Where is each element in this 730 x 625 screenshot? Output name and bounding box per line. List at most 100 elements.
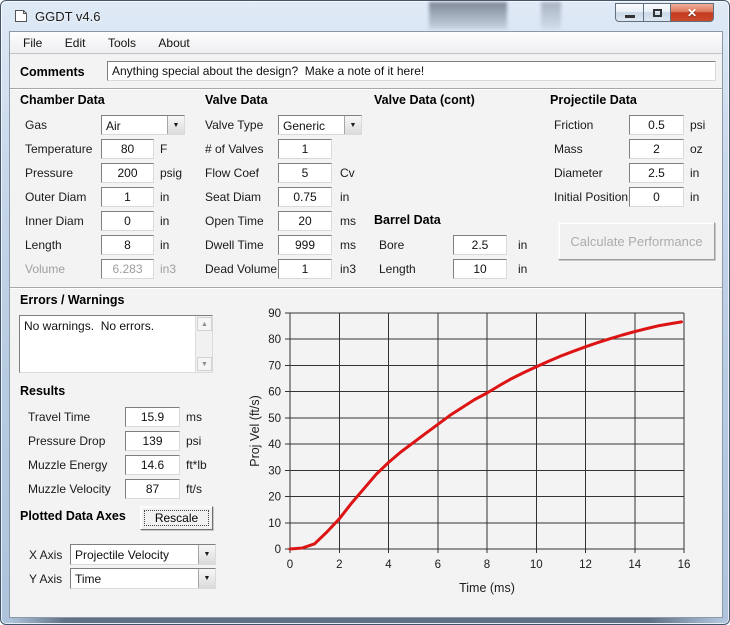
seat-diam-label: Seat Diam bbox=[205, 190, 261, 204]
menu-bar: File Edit Tools About bbox=[10, 32, 722, 54]
barrel-data-header: Barrel Data bbox=[374, 213, 441, 227]
glass-reflection bbox=[541, 2, 561, 29]
mass-input[interactable] bbox=[629, 139, 684, 159]
muzzle-velocity-unit: ft/s bbox=[186, 482, 202, 496]
svg-text:0: 0 bbox=[275, 544, 281, 556]
temperature-input[interactable] bbox=[101, 139, 154, 159]
comments-input[interactable] bbox=[107, 61, 716, 81]
svg-text:60: 60 bbox=[268, 387, 281, 399]
projectile-data-header: Projectile Data bbox=[550, 93, 637, 107]
pressure-input[interactable] bbox=[101, 163, 154, 183]
valve-type-label: Valve Type bbox=[205, 118, 263, 132]
errors-warnings-text: No warnings. No errors. bbox=[24, 319, 192, 333]
gas-value: Air bbox=[102, 116, 167, 134]
dead-volume-label: Dead Volume bbox=[205, 262, 277, 276]
svg-text:70: 70 bbox=[268, 360, 281, 372]
inner-diam-label: Inner Diam bbox=[25, 214, 84, 228]
friction-label: Friction bbox=[554, 118, 593, 132]
svg-text:90: 90 bbox=[268, 308, 281, 320]
barrel-length-input[interactable] bbox=[453, 259, 507, 279]
rescale-button[interactable]: Rescale bbox=[140, 506, 213, 530]
diameter-label: Diameter bbox=[554, 166, 603, 180]
pressure-label: Pressure bbox=[25, 166, 73, 180]
svg-text:2: 2 bbox=[336, 559, 342, 571]
comments-label: Comments bbox=[20, 65, 85, 79]
barrel-length-unit: in bbox=[518, 262, 527, 276]
barrel-length-label: Length bbox=[379, 262, 416, 276]
menu-file[interactable]: File bbox=[14, 32, 51, 53]
close-icon: ✕ bbox=[687, 7, 697, 19]
muzzle-energy-unit: ft*lb bbox=[186, 458, 207, 472]
scroll-down-icon[interactable]: ▼ bbox=[197, 357, 212, 371]
frame-bottom-shade bbox=[9, 618, 721, 623]
travel-time-unit: ms bbox=[186, 410, 202, 424]
chamber-length-unit: in bbox=[160, 238, 169, 252]
window-title: GGDT v4.6 bbox=[35, 9, 101, 24]
separator bbox=[10, 88, 722, 90]
errors-scrollbar[interactable]: ▲ ▼ bbox=[195, 316, 212, 372]
valve-type-combo[interactable]: Generic ▼ bbox=[278, 115, 362, 135]
volume-input bbox=[101, 259, 154, 279]
volume-label: Volume bbox=[25, 262, 65, 276]
bore-input[interactable] bbox=[453, 235, 507, 255]
chevron-down-icon[interactable]: ▼ bbox=[198, 545, 215, 564]
friction-input[interactable] bbox=[629, 115, 684, 135]
svg-text:6: 6 bbox=[435, 559, 441, 571]
dwell-time-unit: ms bbox=[340, 238, 356, 252]
y-axis-value: Time bbox=[71, 569, 198, 588]
svg-text:0: 0 bbox=[287, 559, 293, 571]
chamber-length-input[interactable] bbox=[101, 235, 154, 255]
seat-diam-input[interactable] bbox=[278, 187, 332, 207]
dead-volume-input[interactable] bbox=[278, 259, 332, 279]
maximize-button[interactable] bbox=[644, 3, 671, 22]
seat-diam-unit: in bbox=[340, 190, 349, 204]
travel-time-value bbox=[125, 407, 180, 427]
svg-text:80: 80 bbox=[268, 334, 281, 346]
menu-edit[interactable]: Edit bbox=[56, 32, 95, 53]
chevron-down-icon[interactable]: ▼ bbox=[198, 569, 215, 588]
errors-warnings-header: Errors / Warnings bbox=[20, 293, 124, 307]
menu-tools[interactable]: Tools bbox=[99, 32, 145, 53]
diameter-input[interactable] bbox=[629, 163, 684, 183]
svg-text:8: 8 bbox=[484, 559, 490, 571]
mass-unit: oz bbox=[690, 142, 703, 156]
valve-data-header: Valve Data bbox=[205, 93, 268, 107]
flow-coef-input[interactable] bbox=[278, 163, 332, 183]
scroll-up-icon[interactable]: ▲ bbox=[197, 317, 212, 331]
flow-coef-unit: Cv bbox=[340, 166, 355, 180]
x-axis-combo[interactable]: Projectile Velocity ▼ bbox=[70, 544, 216, 565]
close-button[interactable]: ✕ bbox=[671, 3, 714, 22]
open-time-label: Open Time bbox=[205, 214, 264, 228]
inner-diam-unit: in bbox=[160, 214, 169, 228]
calculate-performance-button[interactable]: Calculate Performance bbox=[558, 222, 715, 260]
open-time-input[interactable] bbox=[278, 211, 332, 231]
chevron-down-icon[interactable]: ▼ bbox=[167, 116, 184, 134]
num-valves-input[interactable] bbox=[278, 139, 332, 159]
muzzle-velocity-label: Muzzle Velocity bbox=[28, 482, 111, 496]
gas-combo[interactable]: Air ▼ bbox=[101, 115, 185, 135]
temperature-unit: F bbox=[160, 142, 167, 156]
inner-diam-input[interactable] bbox=[101, 211, 154, 231]
diameter-unit: in bbox=[690, 166, 699, 180]
initial-position-unit: in bbox=[690, 190, 699, 204]
initial-position-input[interactable] bbox=[629, 187, 684, 207]
minimize-button[interactable] bbox=[615, 3, 644, 22]
dwell-time-input[interactable] bbox=[278, 235, 332, 255]
maximize-icon bbox=[653, 9, 662, 17]
outer-diam-input[interactable] bbox=[101, 187, 154, 207]
y-axis-combo[interactable]: Time ▼ bbox=[70, 568, 216, 589]
bore-label: Bore bbox=[379, 238, 404, 252]
muzzle-velocity-value bbox=[125, 479, 180, 499]
svg-text:Proj Vel (ft/s): Proj Vel (ft/s) bbox=[248, 395, 262, 467]
chamber-length-label: Length bbox=[25, 238, 62, 252]
svg-text:16: 16 bbox=[678, 559, 691, 571]
chevron-down-icon[interactable]: ▼ bbox=[344, 116, 361, 134]
menu-about[interactable]: About bbox=[149, 32, 198, 53]
svg-text:30: 30 bbox=[268, 465, 281, 477]
dwell-time-label: Dwell Time bbox=[205, 238, 264, 252]
glass-reflection bbox=[429, 2, 507, 29]
num-valves-label: # of Valves bbox=[205, 142, 263, 156]
open-time-unit: ms bbox=[340, 214, 356, 228]
errors-warnings-box[interactable]: No warnings. No errors. ▲ ▼ bbox=[19, 315, 213, 373]
volume-unit: in3 bbox=[160, 262, 176, 276]
